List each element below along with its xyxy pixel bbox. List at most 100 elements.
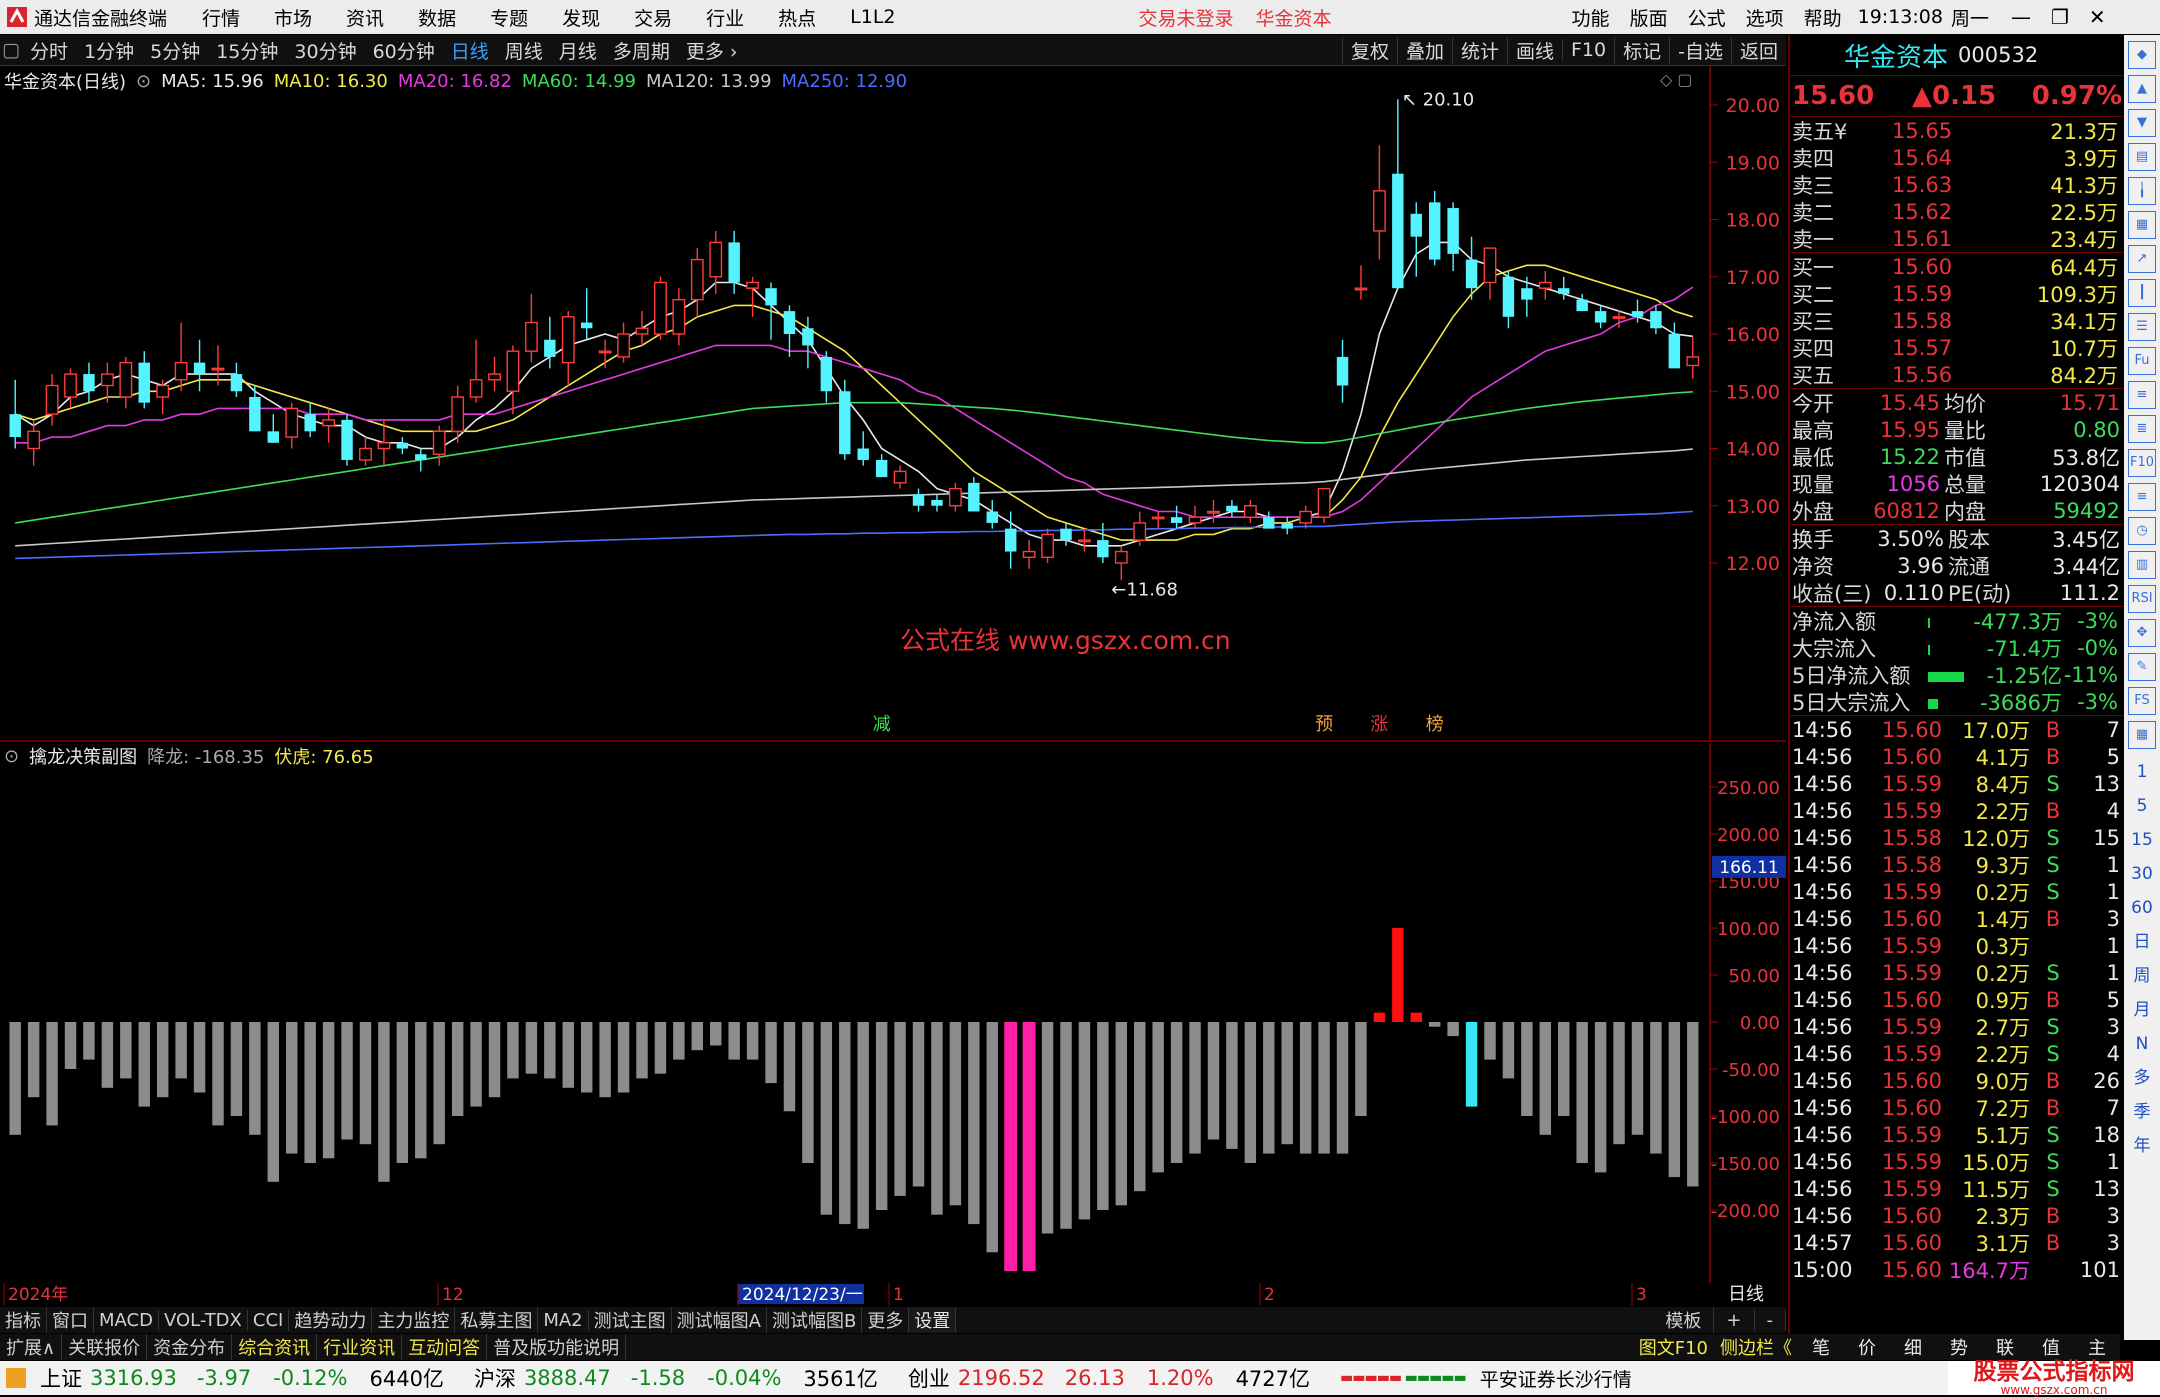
sidebar-period-8[interactable]: N — [2124, 1027, 2160, 1061]
period-tab-4[interactable]: 30分钟 — [286, 37, 364, 64]
sub-indicator-chart[interactable]: 250.00200.00150.00100.0050.000.00-50.00-… — [0, 743, 1786, 1283]
index-name-1[interactable]: 沪深 — [474, 1363, 516, 1393]
info-tab-4[interactable]: 行业资讯 — [317, 1334, 403, 1360]
sidebar-period-4[interactable]: 60 — [2124, 891, 2160, 925]
right-menu-4[interactable]: 帮助 — [1804, 4, 1842, 31]
info-tab-2[interactable]: 资金分布 — [147, 1334, 233, 1360]
pen-icon[interactable]: ✎ — [2128, 653, 2156, 681]
logo-icon[interactable]: ◆ — [2128, 41, 2156, 69]
candle-icon[interactable]: ┃ — [2128, 279, 2156, 307]
side-tab-8[interactable]: 主 — [2074, 1334, 2120, 1360]
right-menu-3[interactable]: 选项 — [1746, 4, 1784, 31]
indicator-tab-7[interactable]: 私募主图 — [455, 1307, 539, 1333]
side-tab-3[interactable]: 价 — [1844, 1334, 1890, 1360]
asks-row-1[interactable]: 卖四 15.64 3.9万 — [1790, 144, 2123, 171]
toolbar-button-2[interactable]: 统计 — [1451, 36, 1507, 64]
toolbar-button-3[interactable]: 画线 — [1506, 36, 1562, 64]
menu-7[interactable]: 行业 — [706, 4, 744, 31]
chart2-icon[interactable]: ▥ — [2128, 551, 2156, 579]
clock-icon[interactable]: ◷ — [2128, 517, 2156, 545]
indicator-tab-5[interactable]: 趋势动力 — [289, 1307, 373, 1333]
info-tab-3[interactable]: 综合资讯 — [232, 1334, 318, 1360]
menu-3[interactable]: 数据 — [418, 4, 456, 31]
menu-0[interactable]: 行情 — [202, 4, 240, 31]
period-tab-9[interactable]: 多周期 — [605, 37, 678, 64]
sidebar-period-3[interactable]: 30 — [2124, 857, 2160, 891]
list4-icon[interactable]: ≡ — [2128, 483, 2156, 511]
toolbar-button-5[interactable]: 标记 — [1614, 36, 1669, 64]
asks-row-4[interactable]: 卖一 15.61 23.4万 — [1790, 225, 2123, 252]
toolbar-button-4[interactable]: F10 — [1562, 39, 1614, 61]
side-tab-5[interactable]: 势 — [1936, 1334, 1982, 1360]
asks-row-2[interactable]: 卖三 15.63 41.3万 — [1790, 171, 2123, 198]
menu-2[interactable]: 资讯 — [346, 4, 384, 31]
info-tab-1[interactable]: 关联报价 — [62, 1334, 148, 1360]
grid-icon[interactable]: ▦ — [2128, 211, 2156, 239]
up-arrow-icon[interactable]: ▲ — [2128, 75, 2156, 103]
index-name-2[interactable]: 创业 — [908, 1363, 950, 1393]
x-period-label[interactable]: 日线 — [1728, 1284, 1764, 1305]
rsi-icon[interactable]: RSI — [2128, 585, 2156, 613]
down-arrow-icon[interactable]: ▼ — [2128, 109, 2156, 137]
fund-icon[interactable]: Fu — [2128, 347, 2156, 375]
indicator-tab-12[interactable]: 更多 — [862, 1307, 910, 1333]
indicator-tab-0[interactable]: 指标 — [0, 1307, 47, 1333]
template-button-1[interactable]: + — [1714, 1309, 1755, 1331]
sub-expand-icon[interactable]: ⊙ — [4, 746, 19, 767]
chart-icon[interactable]: ▤ — [2128, 143, 2156, 171]
indicator-tab-11[interactable]: 测试幅图B — [767, 1307, 863, 1333]
side-tab-2[interactable]: 笔 — [1798, 1334, 1844, 1360]
asks-row-0[interactable]: 卖五¥ 15.65 21.3万 — [1790, 117, 2123, 144]
sidebar-period-11[interactable]: 年 — [2124, 1129, 2160, 1163]
chart-options-icon[interactable]: ◇ ▢ — [1660, 70, 1693, 89]
period-tab-10[interactable]: 更多 › — [678, 37, 746, 64]
indicator-tab-4[interactable]: CCI — [248, 1309, 290, 1331]
sidebar-period-6[interactable]: 周 — [2124, 959, 2160, 993]
template-button-2[interactable]: - — [1755, 1309, 1786, 1331]
side-tab-4[interactable]: 细 — [1890, 1334, 1936, 1360]
info-tab-6[interactable]: 普及版功能说明 — [487, 1334, 627, 1360]
menu-1[interactable]: 市场 — [274, 4, 312, 31]
f10-icon[interactable]: F10 — [2128, 449, 2156, 477]
trade-status[interactable]: 交易未登录 — [1139, 4, 1234, 31]
indicator-tab-2[interactable]: MACD — [94, 1309, 159, 1331]
collapse-icon[interactable]: ▢ — [0, 39, 22, 61]
period-tab-6[interactable]: 日线 — [443, 37, 497, 64]
main-kline-chart[interactable]: 20.00 19.00 18.00 17.00 16.00 15.00 14.00 13.00… — [0, 66, 1786, 742]
index-toggle-icon[interactable] — [6, 1368, 26, 1388]
sidebar-period-9[interactable]: 多 — [2124, 1061, 2160, 1095]
period-tab-8[interactable]: 月线 — [551, 37, 605, 64]
trend-icon[interactable]: ↗ — [2128, 245, 2156, 273]
bids-row-3[interactable]: 买四 15.57 10.7万 — [1790, 334, 2123, 361]
right-menu-2[interactable]: 公式 — [1688, 4, 1726, 31]
menu-6[interactable]: 交易 — [634, 4, 672, 31]
sidebar-period-7[interactable]: 月 — [2124, 993, 2160, 1027]
period-tab-7[interactable]: 周线 — [497, 37, 551, 64]
restore-icon[interactable]: ❐ — [2051, 5, 2069, 29]
period-tab-2[interactable]: 5分钟 — [142, 37, 208, 64]
indicator-tab-1[interactable]: 窗口 — [47, 1307, 94, 1333]
sidebar-period-10[interactable]: 季 — [2124, 1095, 2160, 1129]
indicator-tab-6[interactable]: 主力监控 — [372, 1307, 456, 1333]
tick-list[interactable]: 14:56 15.60 17.0万 B 7 14:56 15.60 4.1万 B 5 14:56 15… — [1790, 715, 2123, 1283]
bids-row-2[interactable]: 买三 15.58 34.1万 — [1790, 307, 2123, 334]
indicator-tab-3[interactable]: VOL-TDX — [159, 1309, 248, 1331]
fs-icon[interactable]: FS — [2128, 687, 2156, 715]
right-menu-1[interactable]: 版面 — [1630, 4, 1668, 31]
sidebar-period-0[interactable]: 1 — [2124, 755, 2160, 789]
cal-icon[interactable]: ▦ — [2128, 721, 2156, 749]
toolbar-button-6[interactable]: -自选 — [1669, 36, 1731, 64]
indicator-tab-8[interactable]: MA2 — [538, 1309, 589, 1331]
menu-4[interactable]: 专题 — [490, 4, 528, 31]
period-tab-0[interactable]: 分时 — [22, 37, 76, 64]
list2-icon[interactable]: ≡ — [2128, 381, 2156, 409]
side-tab-6[interactable]: 联 — [1982, 1334, 2028, 1360]
bids-row-1[interactable]: 买二 15.59 109.3万 — [1790, 280, 2123, 307]
info-tab-0[interactable]: 扩展∧ — [0, 1334, 63, 1360]
period-tab-3[interactable]: 15分钟 — [208, 37, 286, 64]
toolbar-button-7[interactable]: 返回 — [1730, 36, 1786, 64]
side-tab-1[interactable]: 侧边栏《 — [1714, 1334, 1798, 1360]
indicator-tab-10[interactable]: 测试幅图A — [672, 1307, 767, 1333]
indicator-tab-13[interactable]: 设置 — [909, 1307, 957, 1333]
bids-row-0[interactable]: 买一 15.60 64.4万 — [1790, 253, 2123, 280]
